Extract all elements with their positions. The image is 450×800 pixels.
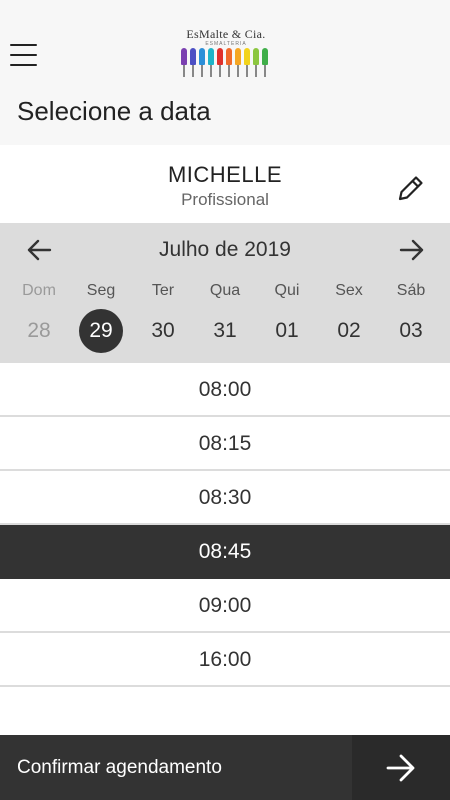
confirm-bar: Confirmar agendamento	[0, 735, 450, 800]
nail-brush-icon	[208, 48, 214, 78]
nail-brush-icon	[199, 48, 205, 78]
day-name: Sex	[335, 282, 363, 299]
time-slot[interactable]: 16:00	[0, 633, 450, 687]
day-cell[interactable]: Sáb 03	[380, 281, 442, 355]
time-slot[interactable]: 09:00	[0, 579, 450, 633]
day-name: Dom	[22, 282, 56, 299]
nail-brushes-graphic	[181, 48, 271, 78]
nail-brush-icon	[235, 48, 241, 78]
nail-brush-icon	[181, 48, 187, 78]
confirm-arrow-button[interactable]	[352, 735, 450, 800]
day-number: 02	[337, 319, 361, 342]
arrow-right-icon	[386, 754, 415, 782]
brand-logo: EsMalte & Cia. ESMALTERIA	[176, 28, 276, 78]
day-number: 28	[27, 319, 51, 342]
day-cell[interactable]: Qui 01	[256, 281, 318, 355]
nail-brush-icon	[244, 48, 250, 78]
professional-name: MICHELLE	[167, 162, 283, 187]
day-cell[interactable]: Sex 02	[318, 281, 380, 355]
nail-brush-icon	[253, 48, 259, 78]
day-cell[interactable]: Qua 31	[194, 281, 256, 355]
nail-brush-icon	[217, 48, 223, 78]
day-number: 03	[399, 319, 423, 342]
nail-brush-icon	[262, 48, 268, 78]
day-cell[interactable]: Dom 28	[8, 281, 70, 355]
nail-brush-icon	[226, 48, 232, 78]
day-name: Sáb	[396, 282, 426, 299]
month-label: Julho de 2019	[159, 238, 291, 261]
next-month-button[interactable]	[397, 237, 427, 263]
day-name: Qua	[209, 282, 241, 299]
logo-subtext: ESMALTERIA	[205, 41, 247, 47]
time-slot[interactable]: 08:00	[0, 363, 450, 417]
day-cell[interactable]: Seg 29	[70, 281, 132, 355]
day-cell[interactable]: Ter 30	[132, 281, 194, 355]
day-number: 29	[79, 309, 123, 353]
day-number: 30	[151, 319, 175, 342]
arrow-right-icon	[399, 239, 424, 261]
logo-text: EsMalte & Cia.	[186, 27, 266, 41]
day-number: 31	[213, 319, 237, 342]
day-number: 01	[275, 319, 299, 342]
app-header: EsMalte & Cia. ESMALTERIA Selecione a da…	[0, 0, 450, 145]
pencil-icon	[398, 176, 423, 201]
hamburger-icon-line	[10, 44, 37, 46]
menu-button[interactable]	[10, 44, 37, 68]
professional-card: MICHELLE Profissional	[0, 145, 450, 223]
date-picker: Julho de 2019 Dom 28 Seg 29 Ter 30 Qua 3…	[0, 223, 450, 363]
edit-professional-button[interactable]	[394, 171, 428, 205]
time-slot[interactable]: 08:45	[0, 525, 450, 579]
professional-role: Profissional	[181, 190, 269, 209]
time-slot[interactable]: 08:15	[0, 417, 450, 471]
day-name: Ter	[151, 282, 175, 299]
nail-brush-icon	[190, 48, 196, 78]
day-name: Qui	[274, 282, 300, 299]
hamburger-icon-line	[10, 54, 37, 56]
hamburger-icon-line	[10, 64, 37, 66]
page-title: Selecione a data	[17, 96, 211, 126]
confirm-booking-button[interactable]: Confirmar agendamento	[17, 735, 222, 800]
day-name: Seg	[86, 282, 116, 299]
time-slot[interactable]: 08:30	[0, 471, 450, 525]
